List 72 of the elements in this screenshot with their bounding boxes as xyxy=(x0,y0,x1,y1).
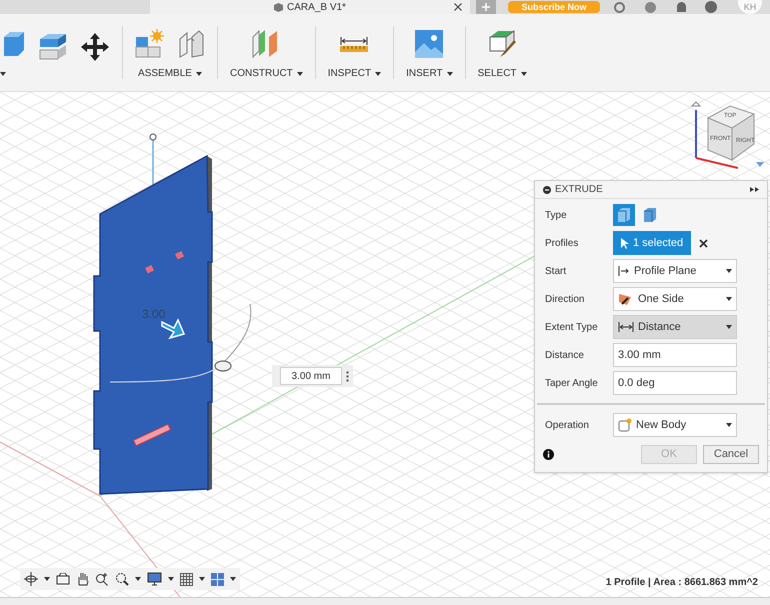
field-label: Start xyxy=(545,264,568,278)
grid-icon[interactable] xyxy=(180,572,193,586)
pan-hand-icon[interactable] xyxy=(76,572,89,586)
caret-icon xyxy=(726,325,732,329)
plus-icon xyxy=(482,3,490,11)
input-field[interactable]: 3.00 mm xyxy=(613,343,737,367)
caret-icon xyxy=(135,577,141,581)
zoom-window-icon[interactable] xyxy=(115,572,129,586)
caret-icon xyxy=(0,72,6,76)
measure-icon[interactable] xyxy=(339,34,370,52)
joint-icon[interactable] xyxy=(177,28,205,58)
caret-icon xyxy=(196,72,202,76)
dimension-input[interactable]: 3.00 mm xyxy=(280,367,342,385)
collapse-icon[interactable] xyxy=(543,186,551,194)
toolbar-menu-button[interactable]: SELECT xyxy=(478,68,527,78)
move-icon[interactable] xyxy=(80,32,110,62)
one-side-icon xyxy=(618,292,634,306)
document-tab[interactable]: CARA_B V1* xyxy=(150,0,470,14)
field-label: Type xyxy=(545,208,568,222)
caret-icon xyxy=(726,269,732,273)
dropdown[interactable]: Distance xyxy=(613,315,737,339)
dropdown[interactable]: Profile Plane xyxy=(613,259,737,283)
toolbar-menu-button[interactable]: ASSEMBLE xyxy=(138,68,202,78)
more-icon[interactable] xyxy=(346,370,349,382)
viewports-icon[interactable] xyxy=(211,572,224,586)
profile-selection-button[interactable]: 1 selected xyxy=(613,231,692,255)
profile-plane-icon xyxy=(618,265,630,277)
dimension-label: 3.00 xyxy=(142,308,166,320)
toolbar-menu-button[interactable]: INSERT xyxy=(406,68,453,78)
new-body-icon xyxy=(618,418,632,432)
caret-icon xyxy=(296,72,303,76)
input-field[interactable]: 0.0 deg xyxy=(613,371,737,395)
toolbar-menu-button[interactable]: INSPECT xyxy=(328,68,382,78)
panel-title: EXTRUDE xyxy=(555,183,604,197)
solid-body-icon xyxy=(617,207,631,223)
surface-body-icon xyxy=(643,207,657,223)
status-icon[interactable] xyxy=(645,2,656,12)
caret-icon xyxy=(446,72,453,76)
document-title: CARA_B V1* xyxy=(287,0,346,14)
caret-icon xyxy=(726,297,732,301)
caret-icon xyxy=(44,577,50,581)
cube-icon xyxy=(274,2,284,12)
toolbar-menu-button[interactable]: CONSTRUCT xyxy=(230,68,303,78)
field-label: Direction xyxy=(545,292,586,306)
caret-icon xyxy=(168,577,174,581)
operation-dropdown[interactable]: New Body xyxy=(613,413,737,437)
status-text: 1 Profile | Area : 8661.863 mm^2 xyxy=(606,576,758,590)
zoom-icon[interactable] xyxy=(95,572,109,586)
clear-icon[interactable] xyxy=(699,238,708,248)
field-label: Operation xyxy=(545,418,590,432)
field-label: Profiles xyxy=(545,236,580,250)
orbit-icon[interactable] xyxy=(24,572,38,586)
close-icon[interactable] xyxy=(454,3,462,11)
caret-icon xyxy=(726,423,732,427)
caret-icon xyxy=(199,577,205,581)
dropdown[interactable]: One Side xyxy=(613,287,737,311)
new-component-icon[interactable] xyxy=(135,28,165,58)
look-at-icon[interactable] xyxy=(56,573,70,585)
image-icon[interactable] xyxy=(415,30,444,58)
solid-type-toggle[interactable] xyxy=(613,204,635,226)
display-icon[interactable] xyxy=(147,572,162,586)
caret-icon xyxy=(520,72,527,76)
field-label: Taper Angle xyxy=(545,376,599,390)
info-icon[interactable] xyxy=(543,449,554,460)
field-label: Distance xyxy=(545,348,585,362)
dialog-button[interactable]: Cancel xyxy=(703,445,759,464)
caret-icon xyxy=(375,72,382,76)
cursor-icon xyxy=(621,238,629,248)
caret-icon xyxy=(230,577,236,581)
distance-icon xyxy=(618,321,634,333)
field-label: Extent Type xyxy=(545,320,599,334)
expand-icon[interactable] xyxy=(750,187,759,192)
